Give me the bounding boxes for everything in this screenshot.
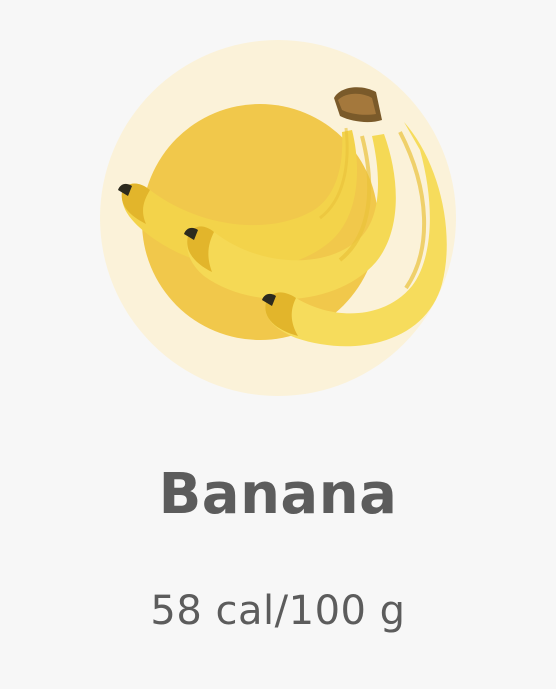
food-calories: 58 cal/100 g [150, 588, 406, 634]
food-card[interactable]: Banana 58 cal/100 g [0, 0, 556, 689]
banana-icon [100, 40, 456, 396]
food-name: Banana [158, 462, 398, 527]
food-image [100, 40, 456, 396]
